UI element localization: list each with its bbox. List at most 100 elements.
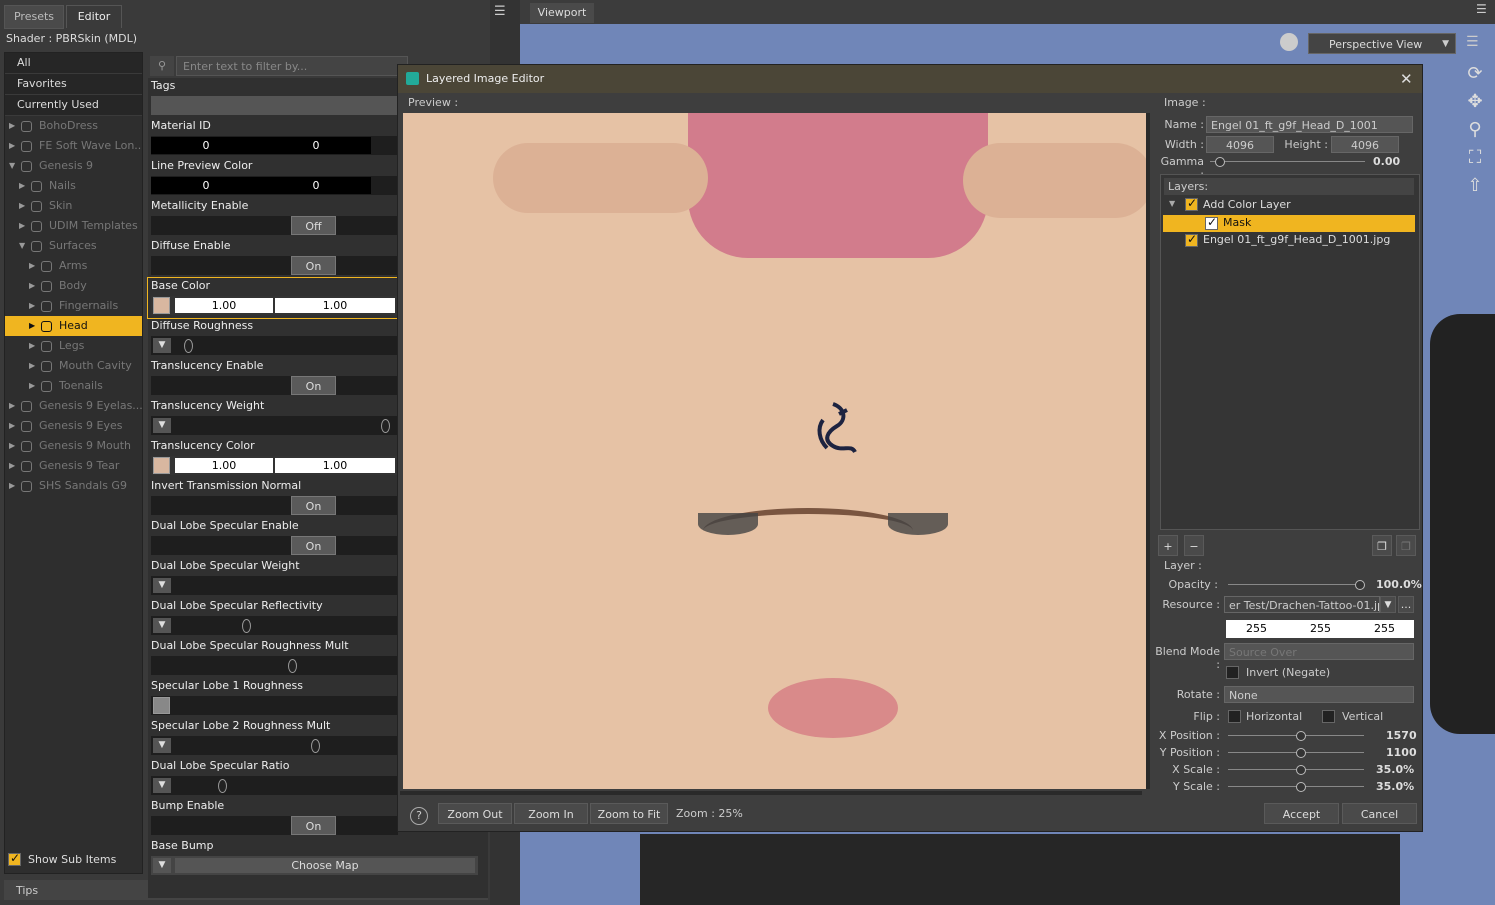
diffuse-roughness-knob[interactable] <box>184 339 193 353</box>
metallicity-state[interactable]: Off <box>291 216 336 235</box>
category-currently-used[interactable]: Currently Used <box>5 95 142 116</box>
translucency-weight-knob[interactable] <box>381 419 390 433</box>
resource-dropdown-icon[interactable]: ▼ <box>1380 596 1396 613</box>
width-field[interactable]: 4096 <box>1206 136 1274 153</box>
invert-transmission-toggle[interactable]: On <box>151 496 398 515</box>
preview-vscrollbar[interactable] <box>1146 113 1150 789</box>
chevron-right-icon[interactable]: ▶ <box>29 256 39 276</box>
close-icon[interactable]: ✕ <box>1400 65 1413 93</box>
chevron-right-icon[interactable]: ▶ <box>9 476 19 496</box>
viewport-menu-icon[interactable]: ☰ <box>1466 34 1479 50</box>
layer-2-visible[interactable] <box>1185 232 1198 247</box>
gamma-knob[interactable] <box>1215 157 1225 167</box>
tree-item-skin[interactable]: ▶ Skin <box>5 196 142 216</box>
flip-horizontal-checkbox[interactable] <box>1228 710 1241 723</box>
translucency-weight-map-dropdown[interactable]: ▼ <box>153 418 171 433</box>
diffuse-enable-toggle[interactable]: On <box>151 256 398 275</box>
name-field[interactable]: Engel 01_ft_g9f_Head_D_1001 <box>1206 116 1413 133</box>
dual-lobe-reflectivity-knob[interactable] <box>242 619 251 633</box>
dialog-titlebar[interactable]: Layered Image Editor ✕ <box>398 65 1422 93</box>
category-all[interactable]: All <box>5 53 142 74</box>
chevron-right-icon[interactable]: ▶ <box>9 116 19 136</box>
tree-item-toenails[interactable]: ▶ Toenails <box>5 376 142 396</box>
translucency-color-map-thumbnail[interactable] <box>153 457 170 474</box>
pan-icon[interactable]: ✥ <box>1463 88 1487 116</box>
chevron-down-icon[interactable]: ▼ <box>9 156 19 176</box>
filter-input[interactable]: Enter text to filter by... <box>176 56 408 76</box>
diffuse-enable-state[interactable]: On <box>291 256 336 275</box>
chevron-right-icon[interactable]: ▶ <box>29 316 39 336</box>
chevron-right-icon[interactable]: ▶ <box>29 296 39 316</box>
translucency-enable-state[interactable]: On <box>291 376 336 395</box>
gamma-slider[interactable] <box>1210 161 1365 162</box>
remove-layer-button[interactable]: − <box>1184 535 1204 556</box>
tree-item-mouth-cavity[interactable]: ▶ Mouth Cavity <box>5 356 142 376</box>
line-preview-value-2[interactable]: 0 <box>261 177 371 194</box>
dual-lobe-roughness-knob[interactable] <box>288 659 297 673</box>
layer-expand-icon[interactable]: ▼ <box>1169 199 1175 208</box>
tree-item-genesis-9[interactable]: ▼ Genesis 9 <box>5 156 142 176</box>
dual-lobe-ratio-slider[interactable]: ▼ <box>151 776 398 795</box>
reset-icon[interactable]: ⇧ <box>1463 172 1487 200</box>
chevron-right-icon[interactable]: ▶ <box>29 276 39 296</box>
dual-lobe-reflectivity-slider[interactable]: ▼ <box>151 616 398 635</box>
layer-item-mask-row[interactable] <box>1163 215 1415 232</box>
blend-mode-dropdown[interactable]: Source Over <box>1224 643 1414 660</box>
material-id-field[interactable]: 0 0 <box>151 136 398 155</box>
chevron-right-icon[interactable]: ▶ <box>9 436 19 456</box>
zoom-in-button[interactable]: Zoom In <box>514 803 588 824</box>
layer-1-visible[interactable] <box>1205 215 1218 230</box>
dual-lobe-roughness-slider[interactable] <box>151 656 398 675</box>
specular-lobe-1-slider[interactable] <box>151 696 398 715</box>
chevron-right-icon[interactable]: ▶ <box>19 216 29 236</box>
tree-item-body[interactable]: ▶ Body <box>5 276 142 296</box>
base-color-map-thumbnail[interactable] <box>153 297 170 314</box>
sphere-icon[interactable] <box>1280 33 1298 51</box>
base-bump-map-dropdown[interactable]: ▼ <box>153 858 171 873</box>
tree-item-nails[interactable]: ▶ Nails <box>5 176 142 196</box>
chevron-right-icon[interactable]: ▶ <box>29 376 39 396</box>
opacity-slider[interactable] <box>1228 584 1364 585</box>
line-preview-value-1[interactable]: 0 <box>151 177 261 194</box>
base-color-field[interactable]: 1.00 1.00 <box>151 296 398 315</box>
dual-lobe-reflectivity-map-dropdown[interactable]: ▼ <box>153 618 171 633</box>
specular-lobe-2-map-dropdown[interactable]: ▼ <box>153 738 171 753</box>
chevron-right-icon[interactable]: ▶ <box>19 196 29 216</box>
chevron-right-icon[interactable]: ▶ <box>29 336 39 356</box>
layer-item-mask[interactable]: Mask <box>1223 216 1251 229</box>
chevron-down-icon[interactable]: ▼ <box>19 236 29 256</box>
resource-browse-button[interactable]: ... <box>1398 596 1414 613</box>
layer-item-base-image[interactable]: Engel 01_ft_g9f_Head_D_1001.jpg <box>1203 233 1390 246</box>
dragon-tattoo-layer[interactable] <box>803 400 865 462</box>
x-scale-knob[interactable] <box>1296 765 1306 775</box>
base-bump-field[interactable]: ▼ Choose Map <box>151 856 478 875</box>
tree-item-legs[interactable]: ▶ Legs <box>5 336 142 356</box>
preview-canvas[interactable] <box>403 113 1147 789</box>
invert-negate-checkbox[interactable] <box>1226 666 1239 679</box>
diffuse-roughness-map-dropdown[interactable]: ▼ <box>153 338 171 353</box>
x-position-knob[interactable] <box>1296 731 1306 741</box>
zoom-out-button[interactable]: Zoom Out <box>438 803 512 824</box>
specular-lobe-2-slider[interactable]: ▼ <box>151 736 398 755</box>
tree-item-genesis-9-mouth[interactable]: ▶ Genesis 9 Mouth <box>5 436 142 456</box>
rotate-dropdown[interactable]: None <box>1224 686 1414 703</box>
bump-enable-state[interactable]: On <box>291 816 336 835</box>
dual-lobe-ratio-knob[interactable] <box>218 779 227 793</box>
zoom-icon[interactable]: ⚲ <box>1463 116 1487 144</box>
resource-field[interactable]: er Test/Drachen-Tattoo-01.jpg <box>1224 596 1380 613</box>
perspective-view-dropdown[interactable]: Perspective View ▼ <box>1308 33 1456 54</box>
preview-hscrollbar[interactable] <box>400 791 1142 795</box>
tree-item-genesis-9-eyes[interactable]: ▶ Genesis 9 Eyes <box>5 416 142 436</box>
tree-item-shs-sandals-g9[interactable]: ▶ SHS Sandals G9 <box>5 476 142 496</box>
tree-item-bohodress[interactable]: ▶ BohoDress <box>5 116 142 136</box>
translucency-color-value-2[interactable]: 1.00 <box>275 458 395 473</box>
chevron-right-icon[interactable]: ▶ <box>9 136 19 156</box>
translucency-weight-slider[interactable]: ▼ <box>151 416 398 435</box>
line-preview-field[interactable]: 0 0 <box>151 176 398 195</box>
chevron-right-icon[interactable]: ▶ <box>9 416 19 436</box>
specular-lobe-2-knob[interactable] <box>311 739 320 753</box>
y-scale-knob[interactable] <box>1296 782 1306 792</box>
choose-map-button[interactable]: Choose Map <box>175 858 475 873</box>
base-color-value-1[interactable]: 1.00 <box>175 298 273 313</box>
tree-item-udim-templates[interactable]: ▶ UDIM Templates <box>5 216 142 236</box>
